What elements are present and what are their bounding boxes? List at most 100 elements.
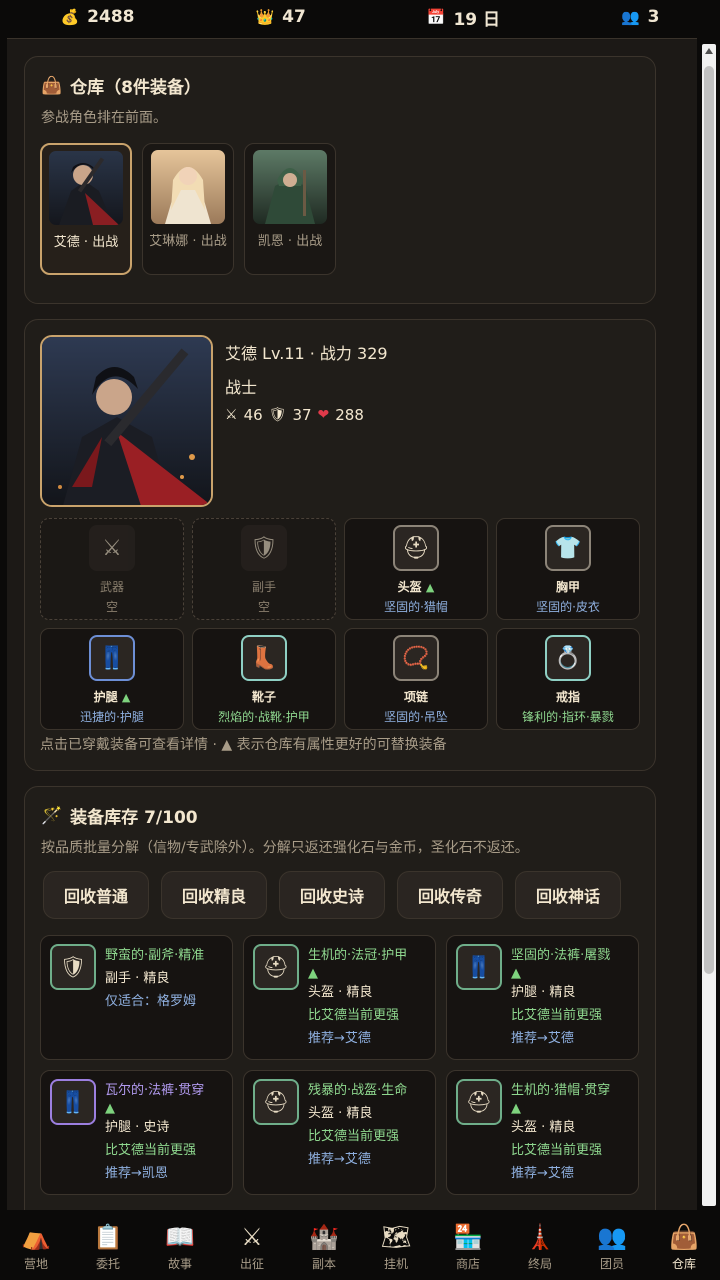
recycle-fine-button[interactable]: 回收精良 <box>161 871 267 919</box>
boot-icon: 👢 <box>241 635 287 681</box>
item-type: 护腿 · 史诗 <box>105 1120 170 1135</box>
character-portrait <box>40 335 213 507</box>
bag-icon: 👜 <box>41 75 63 96</box>
nav-endgame[interactable]: 🗼 终局 <box>507 1222 573 1272</box>
slot-weapon[interactable]: ⚔ 武器 空 <box>40 518 184 620</box>
hero-name-elena: 艾琳娜 · 出战 <box>149 234 227 249</box>
item-name: 生机的·法冠·护甲 <box>308 948 408 963</box>
nav-story[interactable]: 📖 故事 <box>147 1222 213 1272</box>
inventory-item[interactable]: ⛑ 生机的·猎帽·贯穿 ▲ 头盔 · 精良 比艾德当前更强 推荐→艾德 <box>446 1070 639 1195</box>
recycle-legendary-button[interactable]: 回收传奇 <box>397 871 503 919</box>
item-name: 残暴的·战盔·生命 <box>308 1083 408 1098</box>
pants-icon: 👖 <box>50 1079 96 1125</box>
people-icon: 👥 <box>597 1223 627 1251</box>
scrollbar-thumb[interactable] <box>704 66 714 974</box>
nav-members[interactable]: 👥 团员 <box>579 1222 645 1272</box>
nav-expedition[interactable]: ⚔ 出征 <box>219 1222 285 1272</box>
defense-icon: 🛡 <box>268 407 287 423</box>
inventory-item[interactable]: 👖 瓦尔的·法裤·贯穿 ▲ 护腿 · 史诗 比艾德当前更强 推荐→凯恩 <box>40 1070 233 1195</box>
character-info: 艾德 Lv.11 · 战力 329 战士 ⚔ 46 🛡 37 ❤ 288 <box>225 340 388 424</box>
people-icon: 👥 <box>620 8 640 26</box>
inventory-item[interactable]: ⛑ 生机的·法冠·护甲 ▲ 头盔 · 精良 比艾德当前更强 推荐→艾德 <box>243 935 436 1060</box>
item-type: 头盔 · 精良 <box>308 1106 373 1121</box>
map-icon: 🗺 <box>380 1223 412 1251</box>
warehouse-subtitle: 参战角色排在前面。 <box>41 110 167 126</box>
main-scroll-area[interactable]: 👜 仓库（8件装备） 参战角色排在前面。 艾德 · 出战 艾琳娜 · 出战 凯恩… <box>7 38 697 1210</box>
slot-legs[interactable]: 👖 护腿 ▲ 迅捷的·护腿 <box>40 628 184 730</box>
character-card: 艾德 Lv.11 · 战力 329 战士 ⚔ 46 🛡 37 ❤ 288 ⚔ 武… <box>24 319 656 771</box>
recycle-epic-button[interactable]: 回收史诗 <box>279 871 385 919</box>
ring-icon: 💍 <box>545 635 591 681</box>
slot-necklace[interactable]: 📿 项链 坚固的·吊坠 <box>344 628 488 730</box>
warehouse-card: 👜 仓库（8件装备） 参战角色排在前面。 艾德 · 出战 艾琳娜 · 出战 凯恩… <box>24 56 656 304</box>
nav-warehouse[interactable]: 👜 仓库 <box>651 1222 717 1272</box>
warehouse-title: 👜 仓库（8件装备） <box>41 75 202 99</box>
recycle-common-button[interactable]: 回收普通 <box>43 871 149 919</box>
slot-chest[interactable]: 👕 胸甲 坚固的·皮衣 <box>496 518 640 620</box>
inventory-subtitle: 按品质批量分解（信物/专武除外）。分解只返还强化石与金币，圣化石不返还。 <box>41 840 529 856</box>
hero-selector: 艾德 · 出战 艾琳娜 · 出战 凯恩 · 出战 <box>40 143 336 275</box>
helmet-icon: ⛑ <box>393 525 439 571</box>
shield-icon: 🛡 <box>241 525 287 571</box>
crown-stat: 👑 47 <box>255 7 305 27</box>
nav-quests[interactable]: 📋 委托 <box>75 1222 141 1272</box>
item-recommend: 推荐→凯恩 <box>105 1166 168 1181</box>
item-recommend: 推荐→艾德 <box>511 1031 574 1046</box>
nav-idle[interactable]: 🗺 挂机 <box>363 1222 429 1272</box>
gold-value: 2488 <box>87 7 135 27</box>
item-type: 头盔 · 精良 <box>308 985 373 1000</box>
crown-icon: 👑 <box>255 8 275 26</box>
members-stat: 👥 3 <box>621 7 660 27</box>
hero-portrait-elena <box>151 150 225 224</box>
recycle-mythic-button[interactable]: 回收神话 <box>515 871 621 919</box>
item-name: 坚固的·法裤·屠戮 <box>511 948 611 963</box>
wand-icon: 🪄 <box>41 805 63 826</box>
inventory-item[interactable]: 👖 坚固的·法裤·屠戮 ▲ 护腿 · 精良 比艾德当前更强 推荐→艾德 <box>446 935 639 1060</box>
item-note: 仅适合：格罗姆 <box>105 994 197 1009</box>
scrollbar[interactable] <box>702 44 716 1206</box>
scroll-up-arrow-icon[interactable] <box>705 48 713 54</box>
day-value: 19 日 <box>453 9 501 30</box>
hero-card-kane[interactable]: 凯恩 · 出战 <box>244 143 336 275</box>
members-value: 3 <box>647 7 660 27</box>
inventory-title: 🪄 装备库存 7/100 <box>41 805 198 829</box>
inventory-card: 🪄 装备库存 7/100 按品质批量分解（信物/专武除外）。分解只返还强化石与金… <box>24 786 656 1210</box>
camp-icon: ⛺ <box>21 1223 51 1251</box>
hero-portrait-kane <box>253 150 327 224</box>
item-recommend: 推荐→艾德 <box>308 1152 371 1167</box>
item-type: 副手 · 精良 <box>105 971 170 986</box>
hero-card-elena[interactable]: 艾琳娜 · 出战 <box>142 143 234 275</box>
character-class: 战士 <box>225 378 258 397</box>
upgrade-arrow: ▲ <box>425 581 435 594</box>
item-compare: 比艾德当前更强 <box>511 1143 603 1158</box>
slot-helmet[interactable]: ⛑ 头盔 ▲ 坚固的·猎帽 <box>344 518 488 620</box>
hero-card-ed[interactable]: 艾德 · 出战 <box>40 143 132 275</box>
item-name: 野蛮的·副斧·精准 <box>105 948 205 963</box>
hp-value: 288 <box>335 406 364 424</box>
item-name: 生机的·猎帽·贯穿 <box>511 1083 611 1098</box>
upgrade-arrow: ▲ <box>511 966 521 981</box>
clipboard-icon: 📋 <box>93 1223 123 1251</box>
pants-icon: 👖 <box>456 944 502 990</box>
hero-name-kane: 凯恩 · 出战 <box>257 234 323 249</box>
bottom-nav: ⛺ 营地 📋 委托 📖 故事 ⚔ 出征 🏰 副本 🗺 挂机 🏪 商店 🗼 终局 👥 团员 👜 仓库 <box>0 1210 720 1280</box>
swords-icon: ⚔ <box>241 1223 263 1251</box>
slot-ring[interactable]: 💍 戒指 锋利的·指环·暴戮 <box>496 628 640 730</box>
helmet-icon: ⛑ <box>253 1079 299 1125</box>
upgrade-arrow: ▲ <box>121 691 131 704</box>
nav-camp[interactable]: ⛺ 营地 <box>3 1222 69 1272</box>
slot-boots[interactable]: 👢 靴子 烈焰的·战靴·护甲 <box>192 628 336 730</box>
hero-name-ed: 艾德 · 出战 <box>53 235 119 250</box>
crown-value: 47 <box>282 7 306 27</box>
shield-icon: 🛡 <box>50 944 96 990</box>
bag-icon: 👜 <box>669 1223 699 1251</box>
equipment-note: 点击已穿戴装备可查看详情 · ▲ 表示仓库有属性更好的可替换装备 <box>40 737 447 753</box>
inventory-item[interactable]: ⛑ 残暴的·战盔·生命 头盔 · 精良 比艾德当前更强 推荐→艾德 <box>243 1070 436 1195</box>
nav-shop[interactable]: 🏪 商店 <box>435 1222 501 1272</box>
item-type: 头盔 · 精良 <box>511 1120 576 1135</box>
helmet-icon: ⛑ <box>253 944 299 990</box>
inventory-item[interactable]: 🛡 野蛮的·副斧·精准 副手 · 精良 仅适合：格罗姆 <box>40 935 233 1060</box>
slot-offhand[interactable]: 🛡 副手 空 <box>192 518 336 620</box>
nav-dungeon[interactable]: 🏰 副本 <box>291 1222 357 1272</box>
top-status-bar: 💰 2488 👑 47 📅 19 日 👥 3 <box>0 0 720 34</box>
